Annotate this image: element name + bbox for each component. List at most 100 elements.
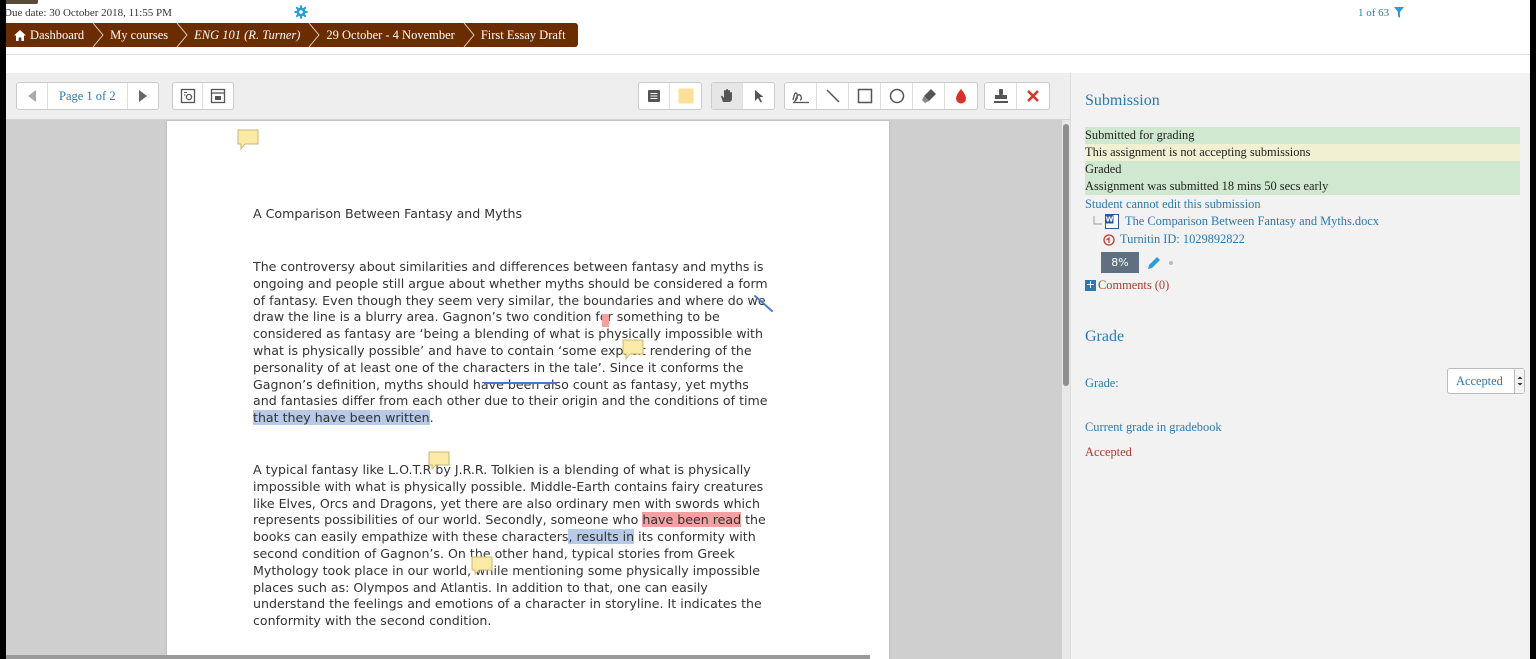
paragraph-2: A typical fantasy like L.O.T.R by J.R.R.…	[253, 462, 766, 630]
submission-file-row: W The Comparison Between Fantasy and Myt…	[1093, 214, 1379, 229]
current-grade-value: Accepted	[1085, 445, 1132, 459]
highlight-red-mark[interactable]	[602, 314, 609, 327]
comment-icon	[648, 90, 660, 102]
comment-color-button[interactable]	[670, 83, 701, 109]
dot-icon	[1169, 260, 1173, 265]
text-line: impossible with what is physically possi…	[253, 478, 764, 494]
stamp-tools	[984, 82, 1050, 110]
highlighter-icon	[921, 89, 936, 103]
stamp-icon	[993, 89, 1008, 103]
breadcrumb-dashboard[interactable]: Dashboard	[14, 28, 84, 43]
next-page-button[interactable]	[128, 83, 158, 109]
status-graded: Graded	[1085, 161, 1520, 178]
home-icon	[14, 29, 26, 41]
breadcrumb-course[interactable]: ENG 101 (R. Turner)	[194, 28, 300, 43]
strikethrough-line[interactable]	[484, 382, 556, 384]
text-line: represents possibilities of our world. S…	[253, 512, 766, 529]
paragraph-1: The controversy about similarities and d…	[253, 259, 768, 427]
chevron-right-icon	[176, 23, 188, 47]
comment-marker-icon[interactable]	[237, 129, 259, 151]
due-date: Due date: 30 October 2018, 11:55 PM	[6, 7, 172, 19]
oval-tool-button[interactable]	[881, 83, 913, 109]
line-tool-button[interactable]	[817, 83, 849, 109]
text-part: its conformity with	[634, 529, 756, 545]
tree-connector-icon	[1093, 215, 1102, 224]
grade-heading: Grade	[1085, 328, 1125, 345]
select-tool-button[interactable]	[743, 83, 774, 109]
page-select[interactable]: Page 1 of 2	[47, 83, 128, 109]
chevron-right-icon	[309, 23, 321, 47]
text-line: and fantasies differ from each other due…	[253, 393, 768, 409]
comment-tools	[638, 82, 702, 110]
breadcrumb-label: First Essay Draft	[480, 27, 566, 42]
vertical-scrollbar[interactable]	[1062, 120, 1070, 659]
breadcrumb-my-courses[interactable]: My courses	[110, 28, 168, 43]
plus-icon: +	[1085, 278, 1096, 291]
scrollbar-thumb[interactable]	[1063, 124, 1069, 386]
previous-page-button[interactable]	[17, 83, 47, 109]
breadcrumb-label: Dashboard	[30, 27, 85, 42]
comment-marker-icon[interactable]	[622, 339, 646, 361]
rectangle-tool-button[interactable]	[849, 83, 881, 109]
close-icon	[1027, 90, 1039, 102]
pdf-page[interactable]: A Comparison Between Fantasy and Myths T…	[167, 121, 889, 659]
breadcrumb-week[interactable]: 29 October - 4 November	[326, 28, 454, 43]
text-line: that they have been written.	[253, 410, 768, 427]
highlight-blue[interactable]: that they have been written	[253, 410, 430, 426]
user-avatar[interactable]	[6, 0, 38, 4]
text-line: what is physically possible’ and have to…	[253, 342, 752, 358]
delete-annotation-button[interactable]	[1017, 83, 1049, 109]
text-line: draw the line is a blurry area. Gagnon’s…	[253, 309, 720, 325]
submission-file-link[interactable]: The Comparison Between Fantasy and Myths…	[1125, 214, 1379, 229]
text-line: A typical fantasy like L.O.T.R by J.R.R.…	[253, 462, 751, 477]
annotation-toolbar: Page 1 of 2	[6, 73, 1070, 120]
grade-select[interactable]: Accepted	[1447, 368, 1525, 394]
text-tail: .	[429, 410, 434, 426]
pen-tool-button[interactable]	[785, 83, 817, 109]
pan-tool-button[interactable]	[712, 83, 743, 109]
search-comments-icon	[180, 88, 195, 104]
highlighter-tool-button[interactable]	[913, 83, 945, 109]
pencil-icon[interactable]	[1146, 255, 1162, 271]
similarity-score-button[interactable]: 8%	[1101, 252, 1139, 273]
text-part: the	[741, 512, 766, 528]
highlight-red[interactable]: have been read	[642, 512, 742, 528]
document-title: A Comparison Between Fantasy and Myths	[253, 206, 523, 221]
text-line: places such as: Olympos and Atlantis. In…	[253, 579, 708, 595]
chevron-right-icon	[463, 23, 475, 47]
horizontal-scrollbar[interactable]	[6, 655, 870, 659]
gear-icon[interactable]	[294, 5, 308, 19]
stamp-tool-button[interactable]	[985, 83, 1017, 109]
hand-icon	[721, 89, 732, 102]
comments-toggle[interactable]: + Comments (0)	[1085, 278, 1169, 293]
comment-marker-icon[interactable]	[471, 556, 495, 576]
comment-tool-button[interactable]	[639, 83, 670, 109]
pdf-viewport[interactable]: A Comparison Between Fantasy and Myths T…	[6, 120, 1070, 659]
grading-panel: Submission Submitted for grading This as…	[1070, 73, 1530, 659]
text-line: books can easily empathize with these ch…	[253, 529, 766, 546]
filter-icon[interactable]	[1393, 7, 1404, 18]
similarity-row: 8%	[1101, 252, 1175, 273]
grade-selected-value: Accepted	[1456, 374, 1503, 388]
submission-pager[interactable]: 1 of 63	[1358, 7, 1404, 19]
assignment-grader-page: Due date: 30 October 2018, 11:55 PM 1 of…	[6, 0, 1530, 659]
comment-marker-icon[interactable]	[428, 451, 452, 471]
turnitin-id: Turnitin ID: 1029892822	[1120, 232, 1245, 246]
page-navigation: Page 1 of 2	[16, 82, 159, 110]
breadcrumb-assignment[interactable]: First Essay Draft	[481, 28, 566, 43]
word-doc-icon: W	[1105, 214, 1119, 229]
expand-comments-button[interactable]	[203, 83, 233, 109]
text-line: Mythology took place in our world, while…	[253, 562, 760, 578]
chevron-down-icon	[1517, 376, 1523, 386]
text-line: Gagnon’s definition, myths should have b…	[253, 376, 749, 392]
color-picker-button[interactable]	[945, 83, 977, 109]
highlight-blue[interactable]: , results in	[568, 529, 635, 545]
text-line: The controversy about similarities and d…	[253, 259, 764, 274]
search-comments-button[interactable]	[173, 83, 203, 109]
droplet-icon	[956, 89, 966, 104]
text-line: considered as fantasy are ‘being a blend…	[253, 326, 763, 342]
text-part: books can easily empathize with these ch…	[253, 529, 569, 545]
text-line: conformity with the second condition.	[253, 613, 492, 629]
turnitin-row: Turnitin ID: 1029892822	[1103, 232, 1245, 247]
pen-stroke-blue[interactable]	[750, 292, 778, 314]
